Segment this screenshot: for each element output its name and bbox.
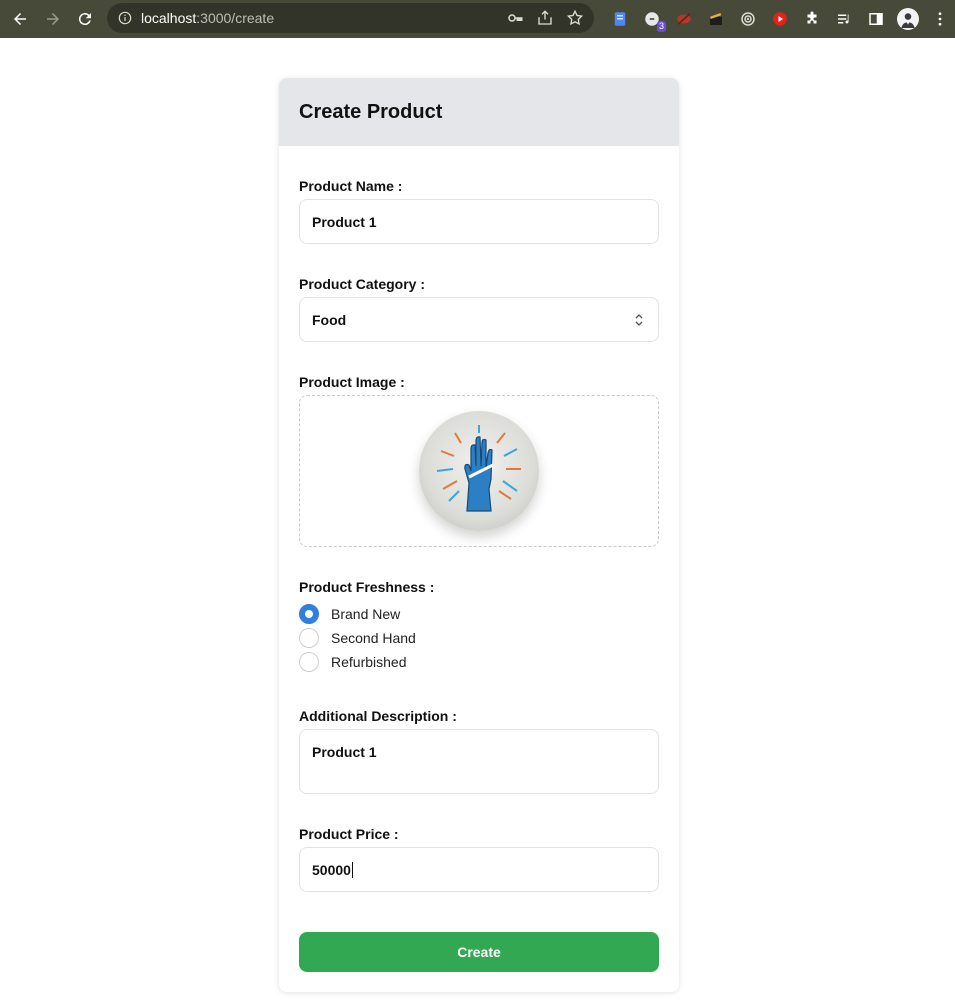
- playlist-icon: [838, 14, 849, 24]
- extension-docs[interactable]: [604, 3, 636, 35]
- puzzle-icon: [807, 11, 817, 24]
- eye-off-icon: [677, 13, 691, 25]
- address-bar[interactable]: localhost:3000/create: [107, 3, 594, 33]
- additional-description-textarea[interactable]: Product 1: [299, 729, 659, 794]
- image-dropzone[interactable]: [299, 395, 659, 547]
- extensions-menu-button[interactable]: [796, 3, 828, 35]
- side-panel-button[interactable]: [860, 3, 892, 35]
- more-vertical-icon: [938, 12, 942, 26]
- extension-target[interactable]: [732, 3, 764, 35]
- reload-button[interactable]: [69, 3, 101, 35]
- extension-badge: 3: [656, 21, 666, 32]
- product-price-label: Product Price :: [299, 826, 399, 842]
- share-icon[interactable]: [536, 9, 554, 27]
- extensions-bar: 3: [604, 0, 955, 38]
- radio-label-second-hand: Second Hand: [331, 630, 416, 646]
- product-name-label: Product Name :: [299, 178, 403, 194]
- product-name-input[interactable]: Product 1: [299, 199, 659, 244]
- radio-brand-new[interactable]: [299, 604, 319, 624]
- chevron-up-down-icon: [635, 314, 643, 326]
- reload-icon: [78, 13, 91, 26]
- key-icon[interactable]: [506, 9, 524, 27]
- freshness-option-brand-new[interactable]: Brand New: [299, 604, 400, 624]
- arrow-right-icon: [47, 13, 59, 25]
- media-control-button[interactable]: [828, 3, 860, 35]
- product-image-preview: [419, 411, 539, 531]
- product-category-label: Product Category :: [299, 276, 426, 292]
- radio-label-refurbished: Refurbished: [331, 654, 407, 670]
- card-header: Create Product: [279, 78, 679, 146]
- document-extension-icon: [614, 12, 626, 26]
- back-button[interactable]: [4, 3, 36, 35]
- raised-hand-image: [436, 425, 521, 512]
- extension-youtube[interactable]: [764, 3, 796, 35]
- site-info-icon[interactable]: [118, 11, 132, 25]
- radio-second-hand[interactable]: [299, 628, 319, 648]
- play-icon: [773, 12, 787, 26]
- arrow-left-icon: [14, 13, 26, 25]
- product-freshness-label: Product Freshness :: [299, 579, 435, 595]
- extension-grammar[interactable]: 3: [636, 3, 668, 35]
- profile-button[interactable]: [892, 3, 924, 35]
- product-image-label: Product Image :: [299, 374, 405, 390]
- bookmark-star-icon[interactable]: [566, 9, 584, 27]
- text-caret: [351, 861, 353, 878]
- target-icon: [741, 12, 755, 26]
- product-name-value: Product 1: [312, 213, 377, 230]
- additional-description-label: Additional Description :: [299, 708, 457, 724]
- product-category-select[interactable]: Food: [299, 297, 659, 342]
- product-category-value: Food: [312, 311, 347, 328]
- browser-toolbar: localhost:3000/create 3: [0, 0, 955, 38]
- url-text: localhost:3000/create: [141, 10, 275, 26]
- additional-description-value: Product 1: [312, 744, 377, 760]
- forward-button[interactable]: [37, 3, 69, 35]
- freshness-option-second-hand[interactable]: Second Hand: [299, 628, 416, 648]
- extension-eye[interactable]: [668, 3, 700, 35]
- product-price-value: 50000: [312, 861, 351, 878]
- create-product-card: Create Product Product Name : Product 1 …: [279, 78, 679, 992]
- create-button[interactable]: Create: [299, 932, 659, 972]
- page-title: Create Product: [299, 100, 443, 123]
- product-price-input[interactable]: 50000: [299, 847, 659, 892]
- radio-label-brand-new: Brand New: [331, 606, 401, 622]
- browser-menu-button[interactable]: [924, 3, 955, 35]
- radio-refurbished[interactable]: [299, 652, 319, 672]
- freshness-option-refurbished[interactable]: Refurbished: [299, 652, 407, 672]
- person-icon: [901, 13, 915, 28]
- clapper-icon: [710, 13, 722, 25]
- extension-clapper[interactable]: [700, 3, 732, 35]
- avatar: [897, 8, 919, 30]
- side-panel-icon: [869, 13, 883, 25]
